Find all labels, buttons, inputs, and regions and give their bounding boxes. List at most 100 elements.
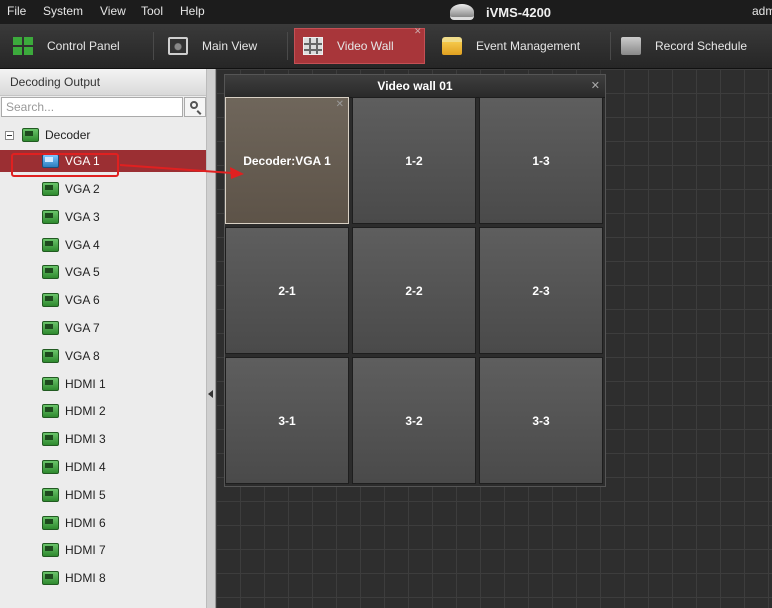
menu-file[interactable]: File [7,4,26,18]
panel-splitter[interactable] [207,69,216,608]
tree-item-vga-6[interactable]: VGA 6 [0,289,206,311]
wall-cell-1-1[interactable]: Decoder:VGA 1 ✕ [225,97,349,224]
wall-cell-1-2[interactable]: 1-2 [352,97,476,224]
toolbar: Control Panel Main View Video Wall ✕ Eve… [0,24,772,69]
output-icon [42,321,59,335]
main-view-icon [168,37,188,55]
video-wall-title: Video wall 01 [225,75,605,98]
tree-item-label: VGA 8 [65,349,100,363]
output-icon [42,488,59,502]
wall-cell-2-1[interactable]: 2-1 [225,227,349,354]
tree-node-label: Decoder [45,128,91,142]
menu-system[interactable]: System [43,4,83,18]
wall-cell-2-2[interactable]: 2-2 [352,227,476,354]
wall-cell-label: 2-2 [405,283,423,298]
wall-cell-label: 2-1 [278,283,296,298]
tree-item-label: HDMI 2 [65,404,106,418]
event-management-button[interactable]: Event Management [442,28,580,64]
tree-item-label: HDMI 8 [65,571,106,585]
tree-item-hdmi-8[interactable]: HDMI 8 [0,567,206,589]
output-icon [42,571,59,585]
wall-cell-label: 1-2 [405,153,423,168]
tree-item-vga-4[interactable]: VGA 4 [0,234,206,256]
menu-tool[interactable]: Tool [141,4,163,18]
menu-bar: File System View Tool Help iVMS-4200 adm [0,0,772,24]
wall-cell-label: 1-3 [532,153,550,168]
tree-item-hdmi-7[interactable]: HDMI 7 [0,539,206,561]
tree-item-hdmi-5[interactable]: HDMI 5 [0,484,206,506]
menu-view[interactable]: View [100,4,126,18]
control-panel-label: Control Panel [47,39,120,53]
tree-item-vga-2[interactable]: VGA 2 [0,178,206,200]
tree-item-vga-8[interactable]: VGA 8 [0,345,206,367]
output-icon [42,349,59,363]
tree-item-label: VGA 2 [65,182,100,196]
video-wall-tab[interactable]: Video Wall [294,28,425,64]
decoder-icon [22,128,39,142]
output-icon [42,154,59,168]
wall-cell-label: 3-1 [278,413,296,428]
tree-item-label: VGA 4 [65,238,100,252]
wall-cell-3-1[interactable]: 3-1 [225,357,349,484]
tree-item-hdmi-4[interactable]: HDMI 4 [0,456,206,478]
panel-title: Decoding Output [0,69,206,96]
menu-help[interactable]: Help [180,4,205,18]
video-wall-label: Video Wall [337,39,394,53]
event-management-icon [442,37,462,55]
tree-item-label: HDMI 1 [65,377,106,391]
tree-item-vga-3[interactable]: VGA 3 [0,206,206,228]
output-icon [42,210,59,224]
collapse-panel-arrow-icon[interactable] [208,390,213,398]
output-icon [42,432,59,446]
wall-cell-label: 3-3 [532,413,550,428]
tree-item-vga-7[interactable]: VGA 7 [0,317,206,339]
user-label[interactable]: adm [752,4,772,18]
camera-logo-icon [450,4,474,20]
tree-item-hdmi-6[interactable]: HDMI 6 [0,512,206,534]
search-input[interactable] [1,97,183,117]
control-panel-button[interactable]: Control Panel [13,28,120,64]
wall-cell-label: 2-3 [532,283,550,298]
record-schedule-label: Record Schedule [655,39,748,53]
app-title-text: iVMS-4200 [486,4,552,20]
output-icon [42,182,59,196]
wall-cell-label: 3-2 [405,413,423,428]
output-icon [42,293,59,307]
tree-item-label: HDMI 7 [65,543,106,557]
collapse-icon[interactable] [5,130,14,140]
tree-item-hdmi-1[interactable]: HDMI 1 [0,373,206,395]
tree-item-vga-5[interactable]: VGA 5 [0,261,206,283]
event-management-label: Event Management [476,39,581,53]
tree-item-hdmi-3[interactable]: HDMI 3 [0,428,206,450]
wall-cell-1-3[interactable]: 1-3 [479,97,603,224]
wall-cell-3-2[interactable]: 3-2 [352,357,476,484]
toolbar-divider [287,32,288,60]
close-tab-icon[interactable]: ✕ [414,26,422,37]
output-icon [42,516,59,530]
toolbar-divider [153,32,154,60]
main-view-button[interactable]: Main View [168,28,257,64]
wall-cell-2-3[interactable]: 2-3 [479,227,603,354]
video-wall-window[interactable]: Video wall 01 ✕ Decoder:VGA 1 ✕ 1-2 1-3 … [224,74,606,487]
search-icon [190,101,198,109]
toolbar-divider [610,32,611,60]
tree-item-label: HDMI 6 [65,516,106,530]
tree-item-hdmi-2[interactable]: HDMI 2 [0,400,206,422]
close-icon[interactable]: ✕ [336,99,344,110]
search-button[interactable] [184,97,206,117]
tree-item-label: VGA 1 [65,154,100,168]
tree-item-vga-1[interactable]: VGA 1 [0,150,206,172]
tree-item-label: HDMI 5 [65,488,106,502]
app-title: iVMS-4200 [450,1,551,23]
tree-node-decoder[interactable]: Decoder [0,124,206,146]
output-icon [42,460,59,474]
output-icon [42,377,59,391]
close-icon[interactable]: ✕ [591,79,600,92]
decoding-output-panel: Decoding Output Decoder VGA 1 VGA 2 VGA … [0,69,207,608]
tree-item-label: VGA 5 [65,265,100,279]
tree-item-label: HDMI 3 [65,432,106,446]
tree-item-label: VGA 7 [65,321,100,335]
tree-item-label: HDMI 4 [65,460,106,474]
record-schedule-button[interactable]: Record Schedule [621,28,747,64]
wall-cell-3-3[interactable]: 3-3 [479,357,603,484]
